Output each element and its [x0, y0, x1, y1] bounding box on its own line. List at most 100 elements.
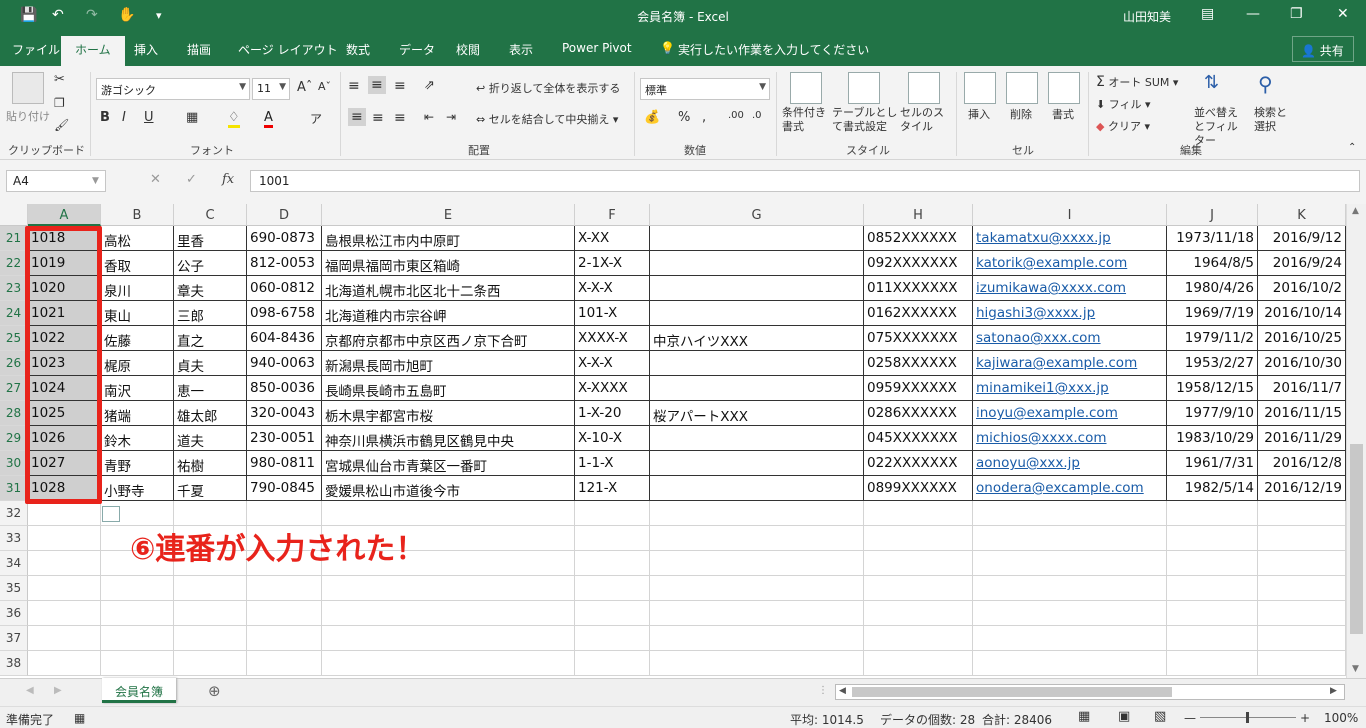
cell[interactable]	[1167, 551, 1258, 576]
cell[interactable]	[1258, 551, 1346, 576]
decrease-decimal-icon[interactable]: .0	[752, 110, 762, 121]
enter-icon[interactable]: ✓	[186, 172, 197, 187]
macro-record-icon[interactable]: ▦	[74, 711, 85, 725]
cell[interactable]	[973, 626, 1167, 651]
cell[interactable]: 1979/11/2	[1167, 326, 1258, 351]
cell[interactable]: 0959XXXXXX	[864, 376, 973, 401]
cell[interactable]	[28, 601, 101, 626]
cell[interactable]	[28, 626, 101, 651]
page-break-view-icon[interactable]: ▧	[1154, 709, 1166, 724]
ribbon-display-icon[interactable]: ▤	[1201, 6, 1214, 22]
paste-button[interactable]: 貼り付け	[6, 108, 50, 124]
cell[interactable]: 2016/10/14	[1258, 301, 1346, 326]
zoom-out-icon[interactable]: —	[1184, 711, 1196, 725]
cell[interactable]: 北海道稚内市宗谷岬	[322, 301, 575, 326]
cell[interactable]: 2016/10/30	[1258, 351, 1346, 376]
cell-styles-icon[interactable]	[908, 72, 940, 104]
insert-cells-icon[interactable]	[964, 72, 996, 104]
format-painter-icon[interactable]: 🖌	[54, 118, 69, 132]
cell[interactable]: 850-0036	[247, 376, 322, 401]
cell[interactable]: 2016/12/8	[1258, 451, 1346, 476]
cell[interactable]	[864, 501, 973, 526]
cell[interactable]: 045XXXXXXX	[864, 426, 973, 451]
sheet-tab-members[interactable]: 会員名簿	[102, 678, 176, 703]
wrap-text-button[interactable]: ↩ 折り返して全体を表示する	[476, 80, 620, 96]
clear-button[interactable]: ◆ クリア ▾	[1096, 118, 1150, 134]
cancel-icon[interactable]: ✕	[150, 172, 161, 187]
cell[interactable]: 猪端	[101, 401, 174, 426]
collapse-ribbon-icon[interactable]: ⌃	[1348, 142, 1356, 153]
next-sheet-icon[interactable]: ▶	[54, 685, 62, 696]
cell[interactable]: 新潟県長岡市旭町	[322, 351, 575, 376]
cell[interactable]	[1258, 501, 1346, 526]
close-icon[interactable]: ✕	[1337, 6, 1349, 22]
cell[interactable]	[247, 601, 322, 626]
cell[interactable]	[973, 526, 1167, 551]
cell[interactable]	[864, 626, 973, 651]
cell[interactable]	[322, 651, 575, 676]
page-layout-view-icon[interactable]: ▣	[1118, 709, 1130, 724]
cell[interactable]: 1969/7/19	[1167, 301, 1258, 326]
zoom-level[interactable]: 100%	[1324, 711, 1358, 725]
tab-view[interactable]: 表示	[509, 41, 533, 58]
percent-button[interactable]: %	[678, 110, 690, 125]
cell[interactable]: 愛媛県松山市道後今市	[322, 476, 575, 501]
cell[interactable]	[650, 626, 864, 651]
email-link-cell[interactable]: satonao@xxx.com	[973, 326, 1167, 351]
scroll-left-icon[interactable]: ◀	[839, 686, 846, 696]
cell[interactable]: 0162XXXXXX	[864, 301, 973, 326]
cell[interactable]: 1961/7/31	[1167, 451, 1258, 476]
cell[interactable]	[575, 626, 650, 651]
cell[interactable]: 佐藤	[101, 326, 174, 351]
cell[interactable]: 三郎	[174, 301, 247, 326]
bold-button[interactable]: B	[100, 110, 110, 125]
cell[interactable]	[101, 626, 174, 651]
cell[interactable]: 中京ハイツXXX	[650, 326, 864, 351]
cell[interactable]: 雄太郎	[174, 401, 247, 426]
cell[interactable]: 青野	[101, 451, 174, 476]
column-header-a[interactable]: A	[28, 204, 101, 226]
worksheet-grid[interactable]: ABCDEFGHIJK 21 1018 高松 里香 690-0873 島根県松江市内中原町…	[0, 204, 1366, 678]
align-right-icon[interactable]: ≡	[394, 110, 406, 126]
cell[interactable]	[1258, 626, 1346, 651]
tab-insert[interactable]: 挿入	[134, 41, 158, 58]
email-link-cell[interactable]: onodera@excample.com	[973, 476, 1167, 501]
cell[interactable]	[1258, 526, 1346, 551]
cell[interactable]: 福岡県福岡市東区箱崎	[322, 251, 575, 276]
cell[interactable]: 2-1X-X	[575, 251, 650, 276]
row-header[interactable]: 25	[0, 326, 28, 351]
row-header[interactable]: 24	[0, 301, 28, 326]
cell[interactable]	[575, 651, 650, 676]
email-link-cell[interactable]: izumikawa@xxxx.com	[973, 276, 1167, 301]
cell[interactable]: 千夏	[174, 476, 247, 501]
horizontal-scrollbar[interactable]: ◀ ▶	[835, 684, 1345, 700]
row-header[interactable]: 23	[0, 276, 28, 301]
cell[interactable]: 1973/11/18	[1167, 226, 1258, 251]
cell[interactable]: 島根県松江市内中原町	[322, 226, 575, 251]
formula-input[interactable]: 1001	[250, 170, 1360, 192]
email-link-cell[interactable]: inoyu@example.com	[973, 401, 1167, 426]
email-link-cell[interactable]: michios@xxxx.com	[973, 426, 1167, 451]
cell[interactable]: XXXX-X	[575, 326, 650, 351]
autosum-button[interactable]: Σ オート SUM ▾	[1096, 74, 1178, 90]
cell[interactable]: 121-X	[575, 476, 650, 501]
cell[interactable]	[650, 276, 864, 301]
currency-icon[interactable]: 💰	[644, 110, 660, 125]
cell[interactable]	[1258, 576, 1346, 601]
zoom-slider-thumb[interactable]	[1246, 712, 1249, 723]
cell[interactable]: X-XX	[575, 226, 650, 251]
align-middle-icon[interactable]: ≡	[368, 76, 386, 94]
row-header[interactable]: 26	[0, 351, 28, 376]
cell[interactable]	[973, 576, 1167, 601]
cell[interactable]: 直之	[174, 326, 247, 351]
tab-home[interactable]: ホーム	[61, 36, 125, 66]
cell[interactable]	[575, 601, 650, 626]
cell[interactable]: 長崎県長崎市五島町	[322, 376, 575, 401]
column-header-e[interactable]: E	[322, 204, 575, 226]
format-cells-icon[interactable]	[1048, 72, 1080, 104]
cell[interactable]	[864, 576, 973, 601]
cell[interactable]	[973, 551, 1167, 576]
cell[interactable]	[650, 501, 864, 526]
cell[interactable]	[973, 601, 1167, 626]
add-sheet-icon[interactable]: ⊕	[208, 682, 221, 700]
